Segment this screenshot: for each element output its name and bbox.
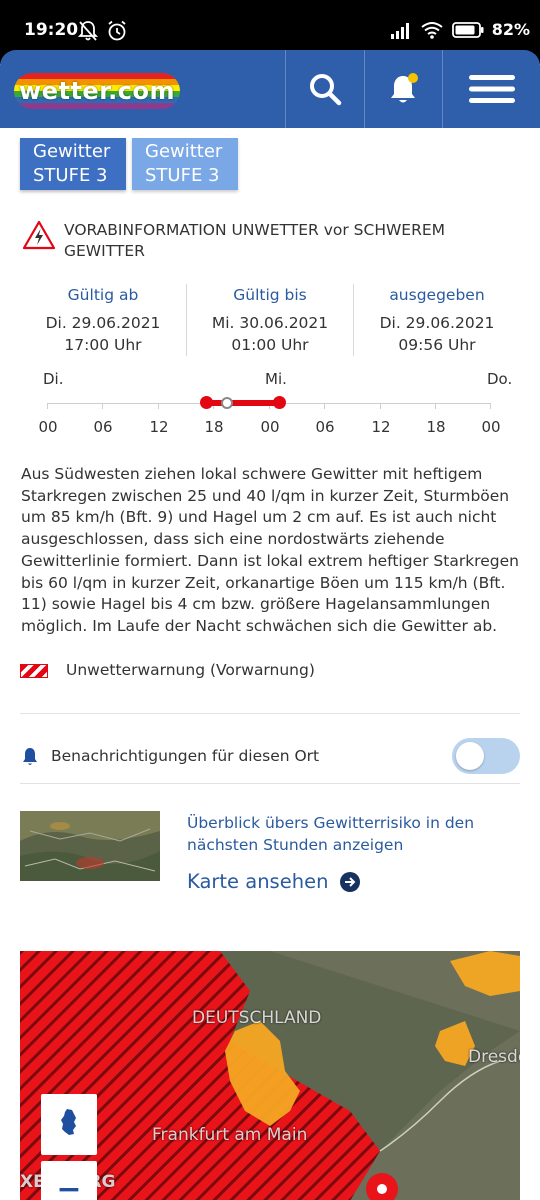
menu-button[interactable] [443,50,540,128]
status-time: 19:20 [24,20,79,40]
timeline-hour: 00 [38,418,58,436]
valid-until-time: 01:00 Uhr [231,336,309,354]
timeline-hour: 12 [149,418,169,436]
valid-until-label: Gültig bis [233,286,307,304]
timeline-day: Do. [487,370,513,388]
warning-level-badge[interactable]: Gewitter STUFE 3 [20,138,126,190]
wetter-logo[interactable]: wetter.com [14,73,180,109]
map-thumbnail-image [20,811,160,881]
timeline-tick [435,403,436,409]
mute-notifications-icon [78,21,98,41]
timeline-tick [324,403,325,409]
map-label-city: Dresde [468,1047,520,1067]
valid-from: Gültig ab Di. 29.06.2021 17:00 Uhr [20,284,186,356]
view-map-link[interactable]: Karte ansehen [187,870,361,893]
issued-date: Di. 29.06.2021 [379,314,495,332]
timeline-hour: 06 [93,418,113,436]
search-icon [310,74,342,106]
view-map-label: Karte ansehen [187,870,329,893]
badge-line-level: STUFE 3 [33,165,108,186]
badge-line-type: Gewitter [33,141,111,162]
bell-icon [23,748,37,765]
storm-risk-map-thumbnail[interactable] [20,811,160,881]
valid-until: Gültig bis Mi. 30.06.2021 01:00 Uhr [187,284,353,356]
timeline-hour: 00 [260,418,280,436]
badge-line-level: STUFE 3 [145,165,220,186]
wifi-icon [421,21,443,39]
divider [20,783,520,784]
warning-title: VORABINFORMATION UNWETTER vor SCHWEREM G… [64,221,446,260]
validity-range-bar [206,400,279,406]
map-label-country: DEUTSCHLAND [192,1008,322,1028]
germany-map-icon [61,1109,76,1135]
timeline-tick [102,403,103,409]
storm-risk-teaser-text[interactable]: Überblick übers Gewitterrisiko in den nä… [187,812,517,856]
notification-setting: Benachrichtigungen für diesen Ort [22,738,520,774]
timeline-hour: 18 [204,418,224,436]
status-icons-left [78,20,128,42]
battery-percent: 82% [491,20,530,39]
timeline-day: Mi. [265,370,287,388]
map-label-city: Frankfurt am Main [152,1125,308,1145]
notifications-button[interactable] [365,50,442,128]
timeline-hour: 00 [481,418,501,436]
notification-label: Benachrichtigungen für diesen Ort [51,747,320,765]
zoom-out-button[interactable]: − [41,1161,97,1200]
status-icons-right: 82% [390,20,530,39]
range-start-marker [200,396,213,409]
warning-level-badge[interactable]: Gewitter STUFE 3 [132,138,238,190]
timeline-hour: 12 [371,418,391,436]
alarm-icon [108,20,126,41]
legend-text: Unwetterwarnung (Vorwarnung) [66,661,315,679]
legend-row: Unwetterwarnung (Vorwarnung) [20,661,315,679]
divider [20,713,520,714]
issued-time: 09:56 Uhr [398,336,476,354]
toggle-knob [456,742,484,770]
timeline-hour: 06 [315,418,335,436]
timeline-tick [158,403,159,409]
valid-from-date: Di. 29.06.2021 [45,314,161,332]
issued: ausgegeben Di. 29.06.2021 09:56 Uhr [354,284,520,356]
timeline-day: Di. [43,370,64,388]
timeline-tick [47,403,48,409]
issued-label: ausgegeben [389,286,485,304]
valid-until-date: Mi. 30.06.2021 [211,314,329,332]
bell-icon [390,73,418,103]
hamburger-menu-icon [468,75,515,103]
valid-from-label: Gültig ab [67,286,139,304]
hatched-red-swatch-icon [20,664,48,678]
warning-triangle-icon [22,220,56,250]
issued-marker [221,397,233,409]
battery-icon [451,21,484,38]
search-button[interactable] [286,50,364,128]
signal-icon [390,22,409,39]
badge-line-type: Gewitter [145,141,223,162]
timeline-tick [380,403,381,409]
range-end-marker [273,396,286,409]
app-header: wetter.com [0,50,540,128]
timeline-tick [490,403,491,409]
timeline-hour: 18 [426,418,446,436]
warning-map[interactable]: DEUTSCHLAND Frankfurt am Main Dresde XEM… [20,951,520,1200]
arrow-right-circle-icon [340,871,361,892]
warning-description: Aus Südwesten ziehen lokal schwere Gewit… [21,465,519,635]
germany-overview-button[interactable] [41,1094,97,1150]
valid-from-time: 17:00 Uhr [64,336,142,354]
notification-toggle[interactable] [452,738,520,774]
